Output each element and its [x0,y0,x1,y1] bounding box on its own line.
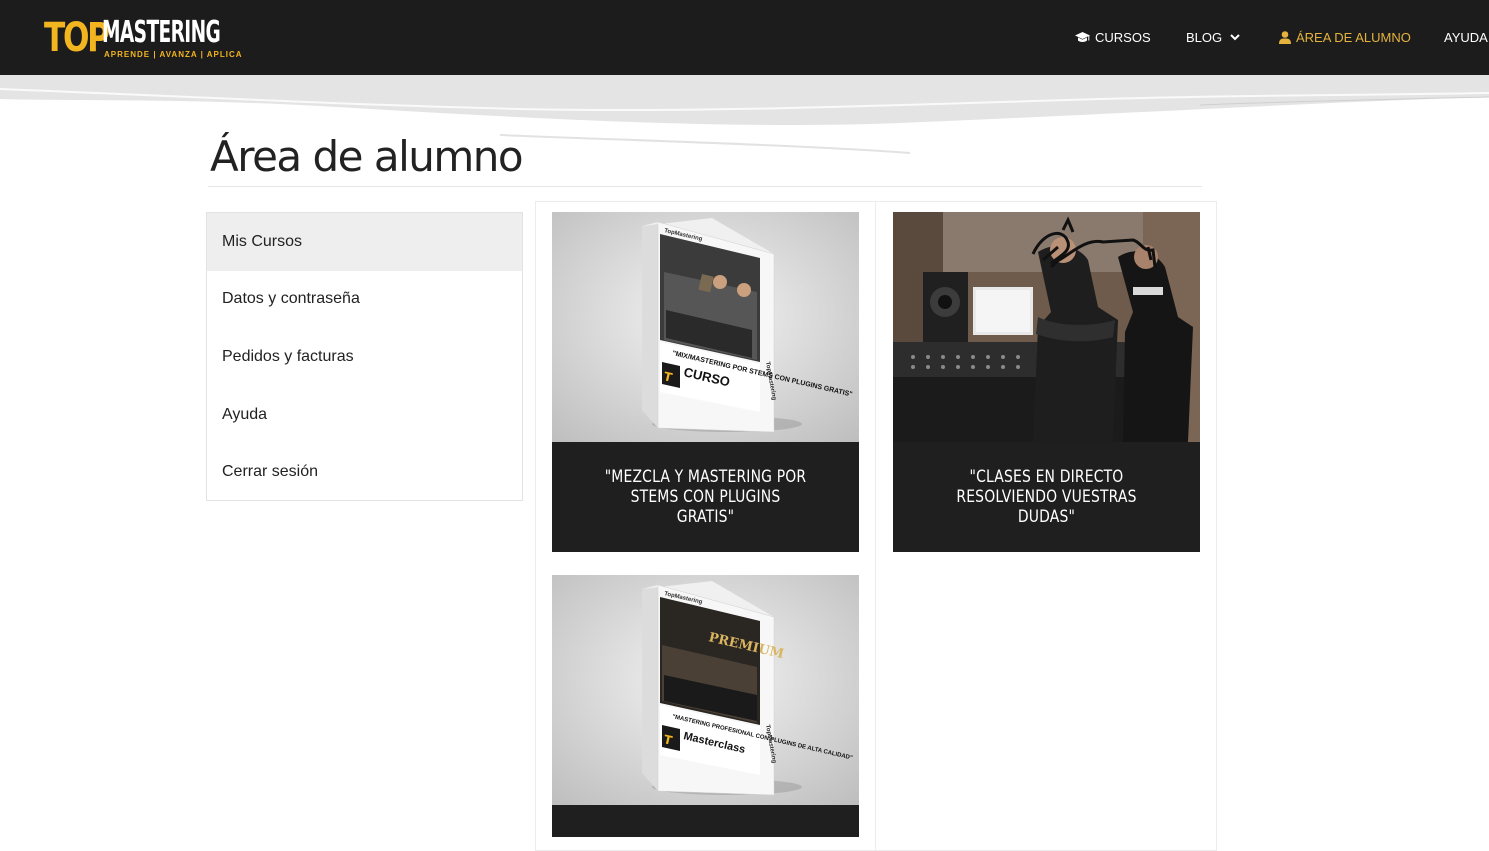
logo-top-text: TOP [44,15,110,61]
sidebar-item-cerrar-sesion[interactable]: Cerrar sesión [207,443,522,501]
course-box-image: T "MIX/MASTERING POR STEMS CON PLUGINS G… [552,212,859,442]
logo-mastering-text: MASTERING [102,15,221,50]
student-sidebar-menu: Mis Cursos Datos y contraseña Pedidos y … [206,212,523,501]
course-card[interactable]: T "MIX/MASTERING POR STEMS CON PLUGINS G… [552,212,859,552]
user-icon [1279,31,1291,44]
top-mastering-logo[interactable]: TOP MASTERING APRENDE | AVANZA | APLICA [44,14,242,62]
nav-blog[interactable]: BLOG [1186,0,1240,75]
nav-area-alumno-label: ÁREA DE ALUMNO [1296,30,1411,45]
graduation-cap-icon [1075,31,1090,42]
nav-area-alumno[interactable]: ÁREA DE ALUMNO [1279,0,1411,75]
course-title-banner: "CLASES EN DIRECTO RESOLVIENDO VUESTRAS … [893,442,1200,552]
logo-tagline: APRENDE | AVANZA | APLICA [104,50,243,59]
course-title: "CLASES EN DIRECTO RESOLVIENDO VUESTRAS … [956,467,1137,527]
course-title: "MEZCLA Y MASTERING POR STEMS CON PLUGIN… [604,467,807,527]
course-box-image: PREMIUM T "MASTERING PROFESIONAL CON PLU… [552,575,859,805]
sidebar-item-ayuda[interactable]: Ayuda [207,386,522,444]
nav-blog-label: BLOG [1186,30,1223,45]
nav-ayuda-label: AYUDA [1444,30,1488,45]
course-title-banner [552,805,859,837]
top-navbar: TOP MASTERING APRENDE | AVANZA | APLICA … [0,0,1489,75]
course-card[interactable]: PREMIUM T "MASTERING PROFESIONAL CON PLU… [552,575,859,837]
studio-photo-image [893,212,1200,442]
course-card[interactable]: "CLASES EN DIRECTO RESOLVIENDO VUESTRAS … [893,212,1200,552]
sidebar-item-datos-contrasena[interactable]: Datos y contraseña [207,271,522,329]
title-divider [208,186,1202,187]
sidebar-item-mis-cursos[interactable]: Mis Cursos [207,213,522,271]
nav-cursos[interactable]: CURSOS [1075,0,1151,75]
courses-column-divider [875,201,876,851]
sidebar-item-pedidos-facturas[interactable]: Pedidos y facturas [207,328,522,386]
page-title: Área de alumno [210,132,524,181]
nav-cursos-label: CURSOS [1095,30,1151,45]
chevron-down-icon [1230,34,1240,41]
course-title-banner: "MEZCLA Y MASTERING POR STEMS CON PLUGIN… [552,442,859,552]
nav-ayuda[interactable]: AYUDA [1444,0,1488,75]
